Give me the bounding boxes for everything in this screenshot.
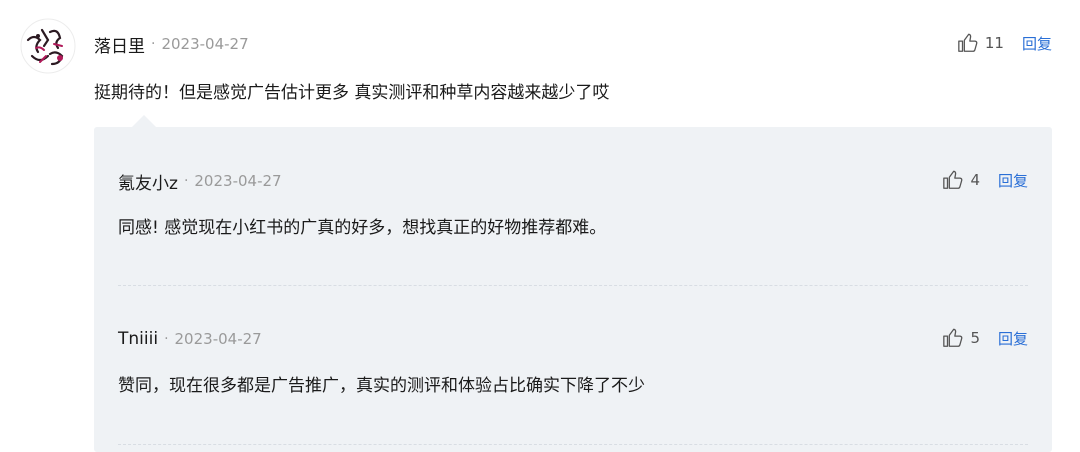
reply-button[interactable]: 回复 — [1022, 33, 1052, 54]
meta-separator: · — [164, 331, 169, 347]
reply-actions: 5 回复 — [942, 327, 1028, 349]
comment-date: 2023-04-27 — [161, 35, 249, 53]
reply-actions: 4 回复 — [942, 169, 1028, 191]
thumbs-up-icon[interactable] — [942, 327, 964, 349]
reply-thread: 氪友小z · 2023-04-27 4 回复 同感! 感觉现在小红书的广真的好多… — [94, 127, 1052, 452]
reply-author[interactable]: 氪友小z — [118, 169, 178, 194]
avatar[interactable] — [20, 18, 76, 74]
reply-date: 2023-04-27 — [174, 330, 262, 348]
comment-text: 挺期待的！但是感觉广告估计更多 真实测评和种草内容越来越少了哎 — [94, 83, 610, 103]
reply-divider — [118, 444, 1028, 445]
reply-button[interactable]: 回复 — [998, 170, 1028, 191]
like-count: 11 — [984, 34, 1004, 52]
like-count: 4 — [970, 171, 980, 189]
reply-author[interactable]: Tniiii — [118, 329, 158, 349]
reply-meta: Tniiii · 2023-04-27 — [118, 327, 262, 351]
meta-separator: · — [151, 36, 156, 52]
reply-text: 同感! 感觉现在小红书的广真的好多，想找真正的好物推荐都难。 — [118, 218, 607, 238]
reply-button[interactable]: 回复 — [998, 328, 1028, 349]
reply-text: 赞同，现在很多都是广告推广，真实的测评和体验占比确实下降了不少 — [118, 376, 645, 396]
meta-separator: · — [183, 173, 189, 189]
reply-divider — [118, 285, 1028, 286]
reply-meta: 氪友小z · 2023-04-27 — [118, 169, 282, 194]
thumbs-up-icon[interactable] — [942, 169, 964, 191]
thumbs-up-icon[interactable] — [957, 32, 979, 54]
comment-actions: 11 回复 — [957, 32, 1052, 54]
like-count: 5 — [970, 329, 980, 347]
reply-date: 2023-04-27 — [194, 172, 282, 190]
comment-author[interactable]: 落日里 — [94, 32, 145, 57]
comment-meta: 落日里 · 2023-04-27 — [94, 32, 249, 57]
avatar-doodle-icon — [20, 18, 76, 74]
